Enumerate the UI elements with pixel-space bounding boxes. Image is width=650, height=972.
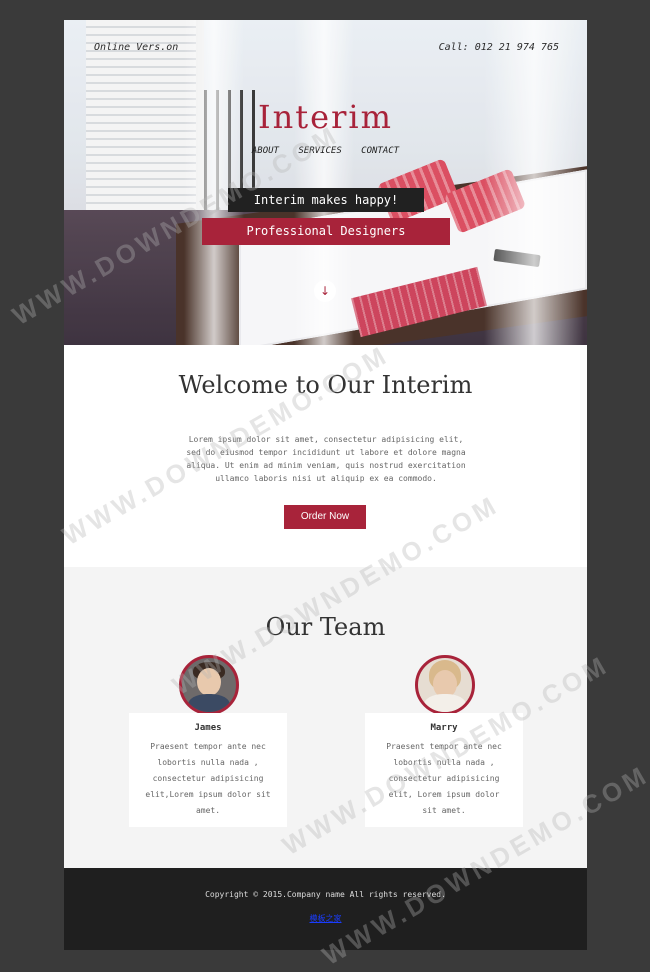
footer: Copyright © 2015.Company name All rights… [64,868,587,950]
member-name: Marry [430,723,458,733]
phone-number: Call: 012 21 974 765 [438,42,559,53]
avatar [179,655,239,715]
page-container: Online Vers.on Call: 012 21 974 765 Inte… [64,20,587,950]
hero-tagline-secondary: Professional Designers [202,218,450,245]
avatar-body [188,694,230,712]
member-name: James [194,723,222,733]
team-title: Our Team [265,613,386,641]
welcome-title: Welcome to Our Interim [178,371,473,399]
nav-item-contact[interactable]: CONTACT [361,146,399,156]
footer-link[interactable]: 模板之家 [64,913,587,924]
member-info-card: Marry Praesent tempor ante nec lobortis … [365,713,523,827]
welcome-description: Lorem ipsum dolor sit amet, consectetur … [186,435,466,483]
nav-item-services[interactable]: SERVICES [298,146,341,156]
site-logo[interactable]: Interim [64,98,587,136]
hero-section: Online Vers.on Call: 012 21 974 765 Inte… [64,20,587,345]
hero-tagline-primary: Interim makes happy! [228,188,424,212]
welcome-section: Welcome to Our Interim Lorem ipsum dolor… [64,345,587,567]
nav-item-about[interactable]: ABOUT [252,146,279,156]
member-info-card: James Praesent tempor ante nec lobortis … [129,713,287,827]
member-bio: Praesent tempor ante nec lobortis nulla … [145,742,271,815]
order-now-button[interactable]: Order Now [284,505,366,529]
arrow-down-icon[interactable]: ↓ [314,280,336,302]
avatar-face [197,668,221,696]
avatar-body [424,694,466,712]
team-section: Our Team James Praesent tempor ante nec … [64,567,587,868]
copyright-text: Copyright © 2015.Company name All rights… [205,890,446,899]
avatar [415,655,475,715]
online-version-link[interactable]: Online Vers.on [94,42,178,53]
member-bio: Praesent tempor ante nec lobortis nulla … [386,742,502,815]
main-nav: ABOUT SERVICES CONTACT [64,146,587,156]
